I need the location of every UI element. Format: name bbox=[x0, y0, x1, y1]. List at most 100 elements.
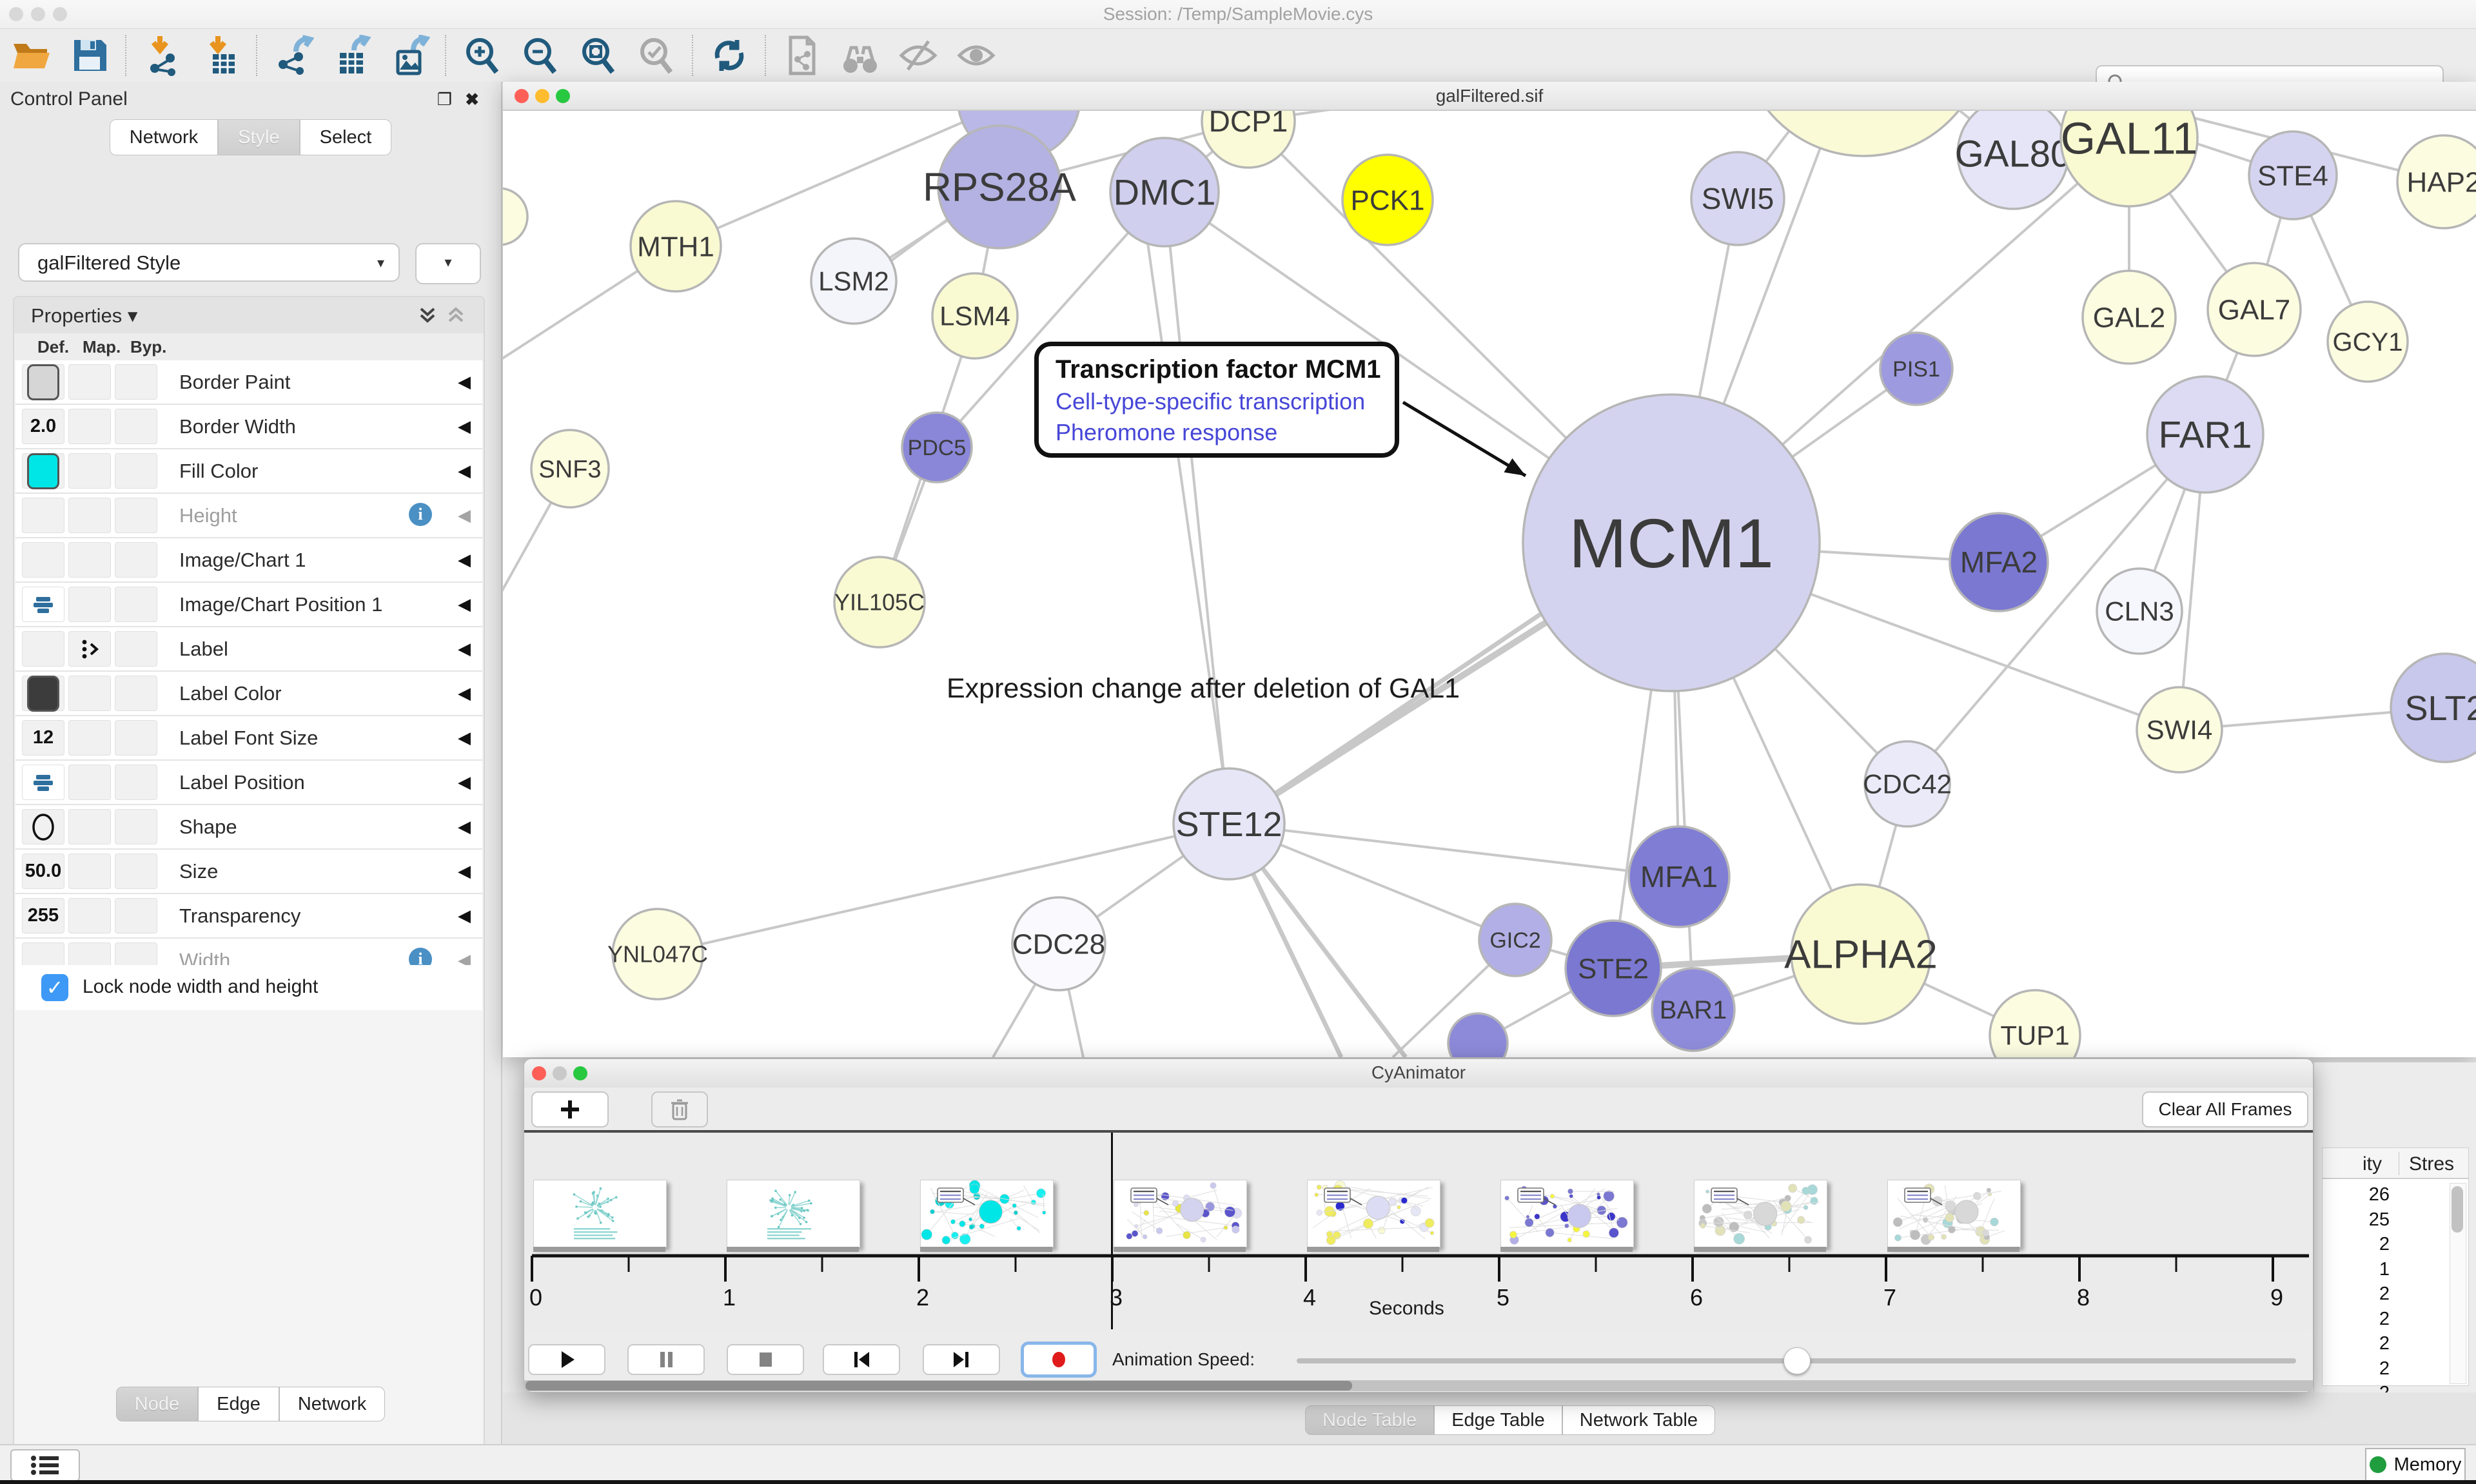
export-image-icon[interactable] bbox=[387, 33, 432, 78]
collapse-all-icon[interactable] bbox=[445, 305, 467, 327]
bypass-cell[interactable] bbox=[115, 765, 157, 800]
tab-edge-table[interactable]: Edge Table bbox=[1434, 1405, 1562, 1435]
expand-property-icon[interactable]: ◀ bbox=[458, 639, 471, 659]
column-centrality[interactable]: ity bbox=[2363, 1153, 2382, 1175]
tab-select[interactable]: Select bbox=[300, 119, 392, 155]
network-edge[interactable] bbox=[1164, 192, 1229, 824]
tab-node-table[interactable]: Node Table bbox=[1305, 1405, 1434, 1435]
property-row-label-position[interactable]: Label Position◀ bbox=[15, 761, 482, 805]
default-value-cell[interactable] bbox=[22, 542, 64, 578]
mapping-cell[interactable] bbox=[68, 587, 111, 622]
frame-thumbnail-4[interactable] bbox=[1307, 1180, 1440, 1247]
annotation-box[interactable]: Transcription factor MCM1 Cell-type-spec… bbox=[1034, 342, 1399, 458]
column-stress[interactable]: Stres bbox=[2409, 1153, 2454, 1175]
maximize-window-icon[interactable] bbox=[556, 89, 570, 103]
close-window-icon[interactable] bbox=[515, 89, 529, 103]
bypass-cell[interactable] bbox=[115, 453, 157, 489]
bypass-cell[interactable] bbox=[115, 587, 157, 622]
property-row-transparency[interactable]: 255Transparency◀ bbox=[15, 894, 482, 939]
minimize-window-icon[interactable] bbox=[553, 1066, 567, 1080]
default-value-cell[interactable] bbox=[22, 453, 64, 489]
style-tab-edge[interactable]: Edge bbox=[198, 1387, 279, 1421]
bypass-cell[interactable] bbox=[115, 498, 157, 533]
property-row-fill-color[interactable]: Fill Color◀ bbox=[15, 449, 482, 494]
mapping-cell[interactable] bbox=[68, 809, 111, 845]
play-button[interactable] bbox=[528, 1344, 605, 1375]
timeline-playhead[interactable] bbox=[1111, 1133, 1113, 1329]
table-row[interactable]: 2 bbox=[2325, 1234, 2390, 1255]
property-row-label-font-size[interactable]: 12Label Font Size◀ bbox=[15, 716, 482, 761]
expand-property-icon[interactable]: ◀ bbox=[458, 372, 471, 392]
mapping-cell[interactable] bbox=[68, 542, 111, 578]
default-value-cell[interactable] bbox=[22, 587, 64, 622]
bypass-cell[interactable] bbox=[115, 676, 157, 711]
properties-header[interactable]: Properties ▾ bbox=[14, 297, 484, 334]
expand-property-icon[interactable]: ◀ bbox=[458, 817, 471, 837]
mapping-cell[interactable] bbox=[68, 453, 111, 489]
next-button[interactable] bbox=[923, 1344, 1000, 1375]
close-window-icon[interactable] bbox=[9, 7, 23, 21]
table-row[interactable]: 2 bbox=[2325, 1309, 2390, 1330]
lock-size-checkbox[interactable]: ✓ bbox=[41, 974, 68, 1001]
cyanimator-titlebar[interactable]: CyAnimator bbox=[524, 1059, 2313, 1088]
expand-property-icon[interactable]: ◀ bbox=[458, 416, 471, 436]
property-row-border-width[interactable]: 2.0Border Width◀ bbox=[15, 405, 482, 449]
expand-property-icon[interactable]: ◀ bbox=[458, 683, 471, 703]
tab-network[interactable]: Network bbox=[110, 119, 218, 155]
info-icon[interactable]: i bbox=[409, 503, 432, 526]
expand-property-icon[interactable]: ◀ bbox=[458, 728, 471, 748]
import-network-icon[interactable] bbox=[140, 33, 185, 78]
add-frame-button[interactable] bbox=[531, 1091, 609, 1128]
mapping-cell[interactable] bbox=[68, 364, 111, 400]
property-row-height[interactable]: Heighti◀ bbox=[15, 494, 482, 538]
speed-slider-thumb[interactable] bbox=[1783, 1347, 1811, 1374]
bypass-cell[interactable] bbox=[115, 631, 157, 667]
export-network-icon[interactable] bbox=[271, 33, 316, 78]
open-session-icon[interactable] bbox=[9, 33, 54, 78]
tab-style[interactable]: Style bbox=[218, 119, 299, 155]
default-value-cell[interactable]: 12 bbox=[22, 720, 64, 756]
style-options-button[interactable]: ▾ bbox=[415, 243, 481, 284]
frame-thumbnail-3[interactable] bbox=[1114, 1180, 1247, 1247]
import-table-icon[interactable] bbox=[198, 33, 243, 78]
pause-button[interactable] bbox=[627, 1344, 705, 1375]
annotation-link-1[interactable]: Cell-type-specific transcription bbox=[1056, 388, 1395, 415]
export-table-icon[interactable] bbox=[329, 33, 374, 78]
property-row-image-chart-position-1[interactable]: Image/Chart Position 1◀ bbox=[15, 583, 482, 627]
minimize-window-icon[interactable] bbox=[535, 89, 549, 103]
table-row[interactable]: 26 bbox=[2325, 1184, 2390, 1206]
timeline-area[interactable]: 0123456789 Seconds bbox=[524, 1133, 2313, 1330]
table-scrollbar[interactable] bbox=[2450, 1183, 2466, 1384]
node-bigtop[interactable] bbox=[1741, 111, 1986, 156]
maximize-window-icon[interactable] bbox=[53, 7, 67, 21]
close-panel-icon[interactable]: ✖ bbox=[465, 90, 479, 110]
default-value-cell[interactable] bbox=[22, 809, 64, 845]
default-value-cell[interactable] bbox=[22, 364, 64, 400]
animation-speed-slider[interactable] bbox=[1297, 1358, 2296, 1363]
save-session-icon[interactable] bbox=[67, 33, 112, 78]
table-row[interactable]: 1 bbox=[2325, 1259, 2390, 1280]
stop-button[interactable] bbox=[727, 1344, 804, 1375]
maximize-window-icon[interactable] bbox=[573, 1066, 587, 1080]
property-row-label-color[interactable]: Label Color◀ bbox=[15, 672, 482, 716]
style-tab-node[interactable]: Node bbox=[116, 1387, 198, 1421]
property-row-size[interactable]: 50.0Size◀ bbox=[15, 850, 482, 894]
bypass-cell[interactable] bbox=[115, 364, 157, 400]
mapping-cell[interactable] bbox=[68, 409, 111, 444]
bypass-cell[interactable] bbox=[115, 809, 157, 845]
default-value-cell[interactable] bbox=[22, 765, 64, 800]
bypass-cell[interactable] bbox=[115, 409, 157, 444]
default-value-cell[interactable]: 255 bbox=[22, 898, 64, 933]
frame-thumbnail-0[interactable] bbox=[533, 1180, 667, 1247]
memory-button[interactable]: Memory bbox=[2365, 1448, 2466, 1481]
timeline-scrollbar[interactable] bbox=[524, 1380, 2313, 1391]
tab-network-table[interactable]: Network Table bbox=[1562, 1405, 1715, 1435]
expand-property-icon[interactable]: ◀ bbox=[458, 772, 471, 792]
mapping-cell[interactable] bbox=[68, 854, 111, 889]
property-row-border-paint[interactable]: Border Paint◀ bbox=[15, 360, 482, 405]
zoom-out-icon[interactable] bbox=[518, 33, 563, 78]
float-panel-icon[interactable]: ❐ bbox=[437, 90, 452, 110]
mapping-cell[interactable] bbox=[68, 498, 111, 533]
record-button[interactable] bbox=[1021, 1342, 1097, 1378]
clear-all-frames-button[interactable]: Clear All Frames bbox=[2142, 1091, 2308, 1128]
